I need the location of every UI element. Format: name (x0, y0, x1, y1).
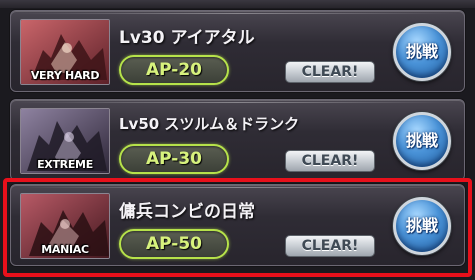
difficulty-label: EXTREME (37, 158, 93, 171)
quest-row-extreme[interactable]: EXTREME Lv50 スツルム＆ドランク AP-30 CLEAR! 挑戦 (10, 99, 465, 181)
quest-title: 傭兵コンビの日常 (119, 202, 255, 222)
ap-cost-badge: AP-50 (119, 229, 229, 259)
challenge-button[interactable]: 挑戦 (393, 112, 451, 170)
quest-thumbnail: MANIAC (20, 193, 110, 259)
quest-row-very-hard[interactable]: VERY HARD Lv30 アイアタル AP-20 CLEAR! 挑戦 (10, 10, 465, 92)
row-highlight (17, 187, 458, 188)
difficulty-label: MANIAC (41, 243, 89, 256)
quest-thumbnail: VERY HARD (20, 19, 110, 85)
clear-badge: CLEAR! (285, 150, 375, 172)
ap-cost-badge: AP-20 (119, 55, 229, 85)
quest-title: Lv30 アイアタル (119, 28, 255, 48)
row-highlight (17, 13, 458, 14)
challenge-button[interactable]: 挑戦 (393, 197, 451, 255)
difficulty-label: VERY HARD (30, 69, 100, 82)
quest-row-maniac[interactable]: MANIAC 傭兵コンビの日常 AP-50 CLEAR! 挑戦 (10, 184, 465, 266)
quest-title: Lv50 スツルム＆ドランク (119, 115, 300, 133)
quest-list: VERY HARD Lv30 アイアタル AP-20 CLEAR! 挑戦 EXT… (0, 0, 475, 280)
quest-thumbnail: EXTREME (20, 108, 110, 174)
challenge-button[interactable]: 挑戦 (393, 23, 451, 81)
clear-badge: CLEAR! (285, 61, 375, 83)
ap-cost-badge: AP-30 (119, 144, 229, 174)
row-highlight (17, 102, 458, 103)
clear-badge: CLEAR! (285, 235, 375, 257)
